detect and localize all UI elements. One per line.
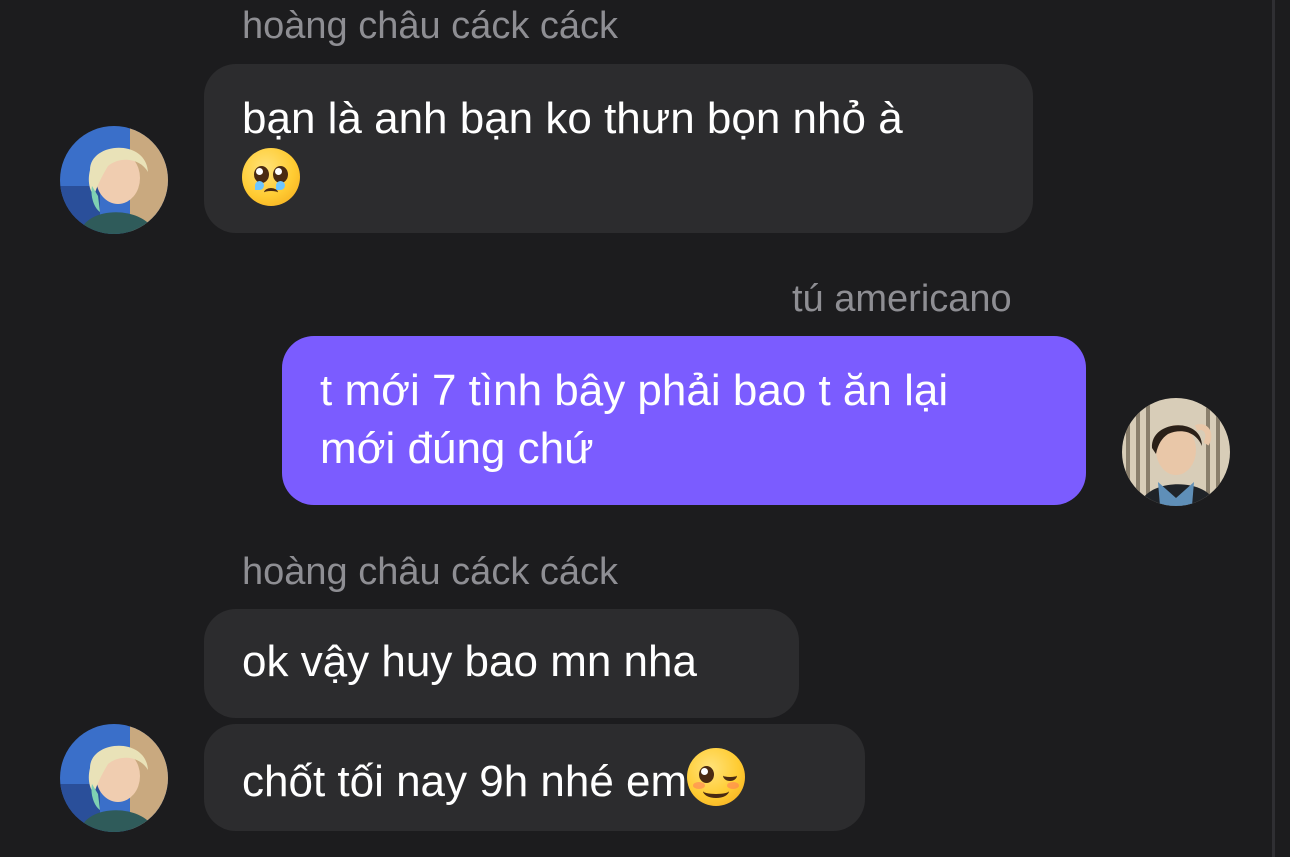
message-text-line-2: [242, 148, 995, 211]
avatar-hoang-chau[interactable]: [60, 724, 168, 832]
sender-name: hoàng châu cáck cáck: [242, 551, 619, 593]
sender-name: hoàng châu cáck cáck: [242, 5, 619, 47]
message-text-line-2: mới đúng chứ: [320, 424, 594, 473]
message-text: ok vậy huy bao mn nha: [242, 637, 697, 686]
sender-name: tú americano: [792, 278, 1012, 320]
scrollbar[interactable]: [1272, 0, 1275, 857]
chat-thread[interactable]: hoàng châu cáck cáck bạn là anh bạn ko t…: [0, 0, 1290, 857]
avatar-tu-americano[interactable]: [1122, 398, 1230, 506]
avatar-hoang-chau[interactable]: [60, 126, 168, 234]
message-text: bạn là anh bạn ko thưn bọn nhỏ à: [242, 94, 903, 143]
message-text: chốt tối nay 9h nhé em: [242, 757, 688, 806]
winking-face-emoji: [687, 748, 746, 806]
message-bubble-incoming[interactable]: ok vậy huy bao mn nha: [204, 609, 799, 718]
message-text: t mới 7 tình bây phải bao t ăn lại: [320, 366, 949, 415]
message-bubble-incoming[interactable]: bạn là anh bạn ko thưn bọn nhỏ à: [204, 64, 1033, 233]
pleading-face-emoji: [242, 148, 300, 206]
message-bubble-incoming[interactable]: chốt tối nay 9h nhé em: [204, 724, 865, 831]
message-bubble-outgoing[interactable]: t mới 7 tình bây phải bao t ăn lại mới đ…: [282, 336, 1086, 505]
